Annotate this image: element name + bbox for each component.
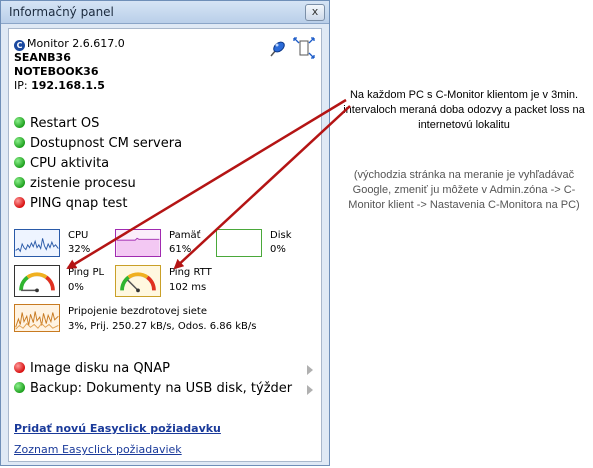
easyclick-requests-list-link[interactable]: Zoznam Easyclick požiadaviek — [14, 443, 182, 456]
expand-arrow-icon[interactable] — [307, 365, 313, 375]
task-label: Image disku na QNAP — [30, 361, 171, 376]
disk-label: Disk — [270, 230, 292, 241]
annotation-secondary: (východzia stránka na meranie je vyhľadá… — [348, 169, 580, 211]
disk-value: 0% — [270, 244, 286, 255]
cpu-graph[interactable] — [14, 229, 60, 257]
check-label: CPU aktivita — [30, 156, 110, 171]
ip-label: IP: — [14, 79, 28, 92]
cpu-label: CPU — [68, 230, 89, 241]
computer-name: NOTEBOOK36 — [14, 65, 99, 78]
info-panel-window: Informačný panel x C Monitor 2.6.617.0 SE… — [0, 0, 330, 466]
status-ok-icon — [14, 177, 25, 188]
window-title: Informačný panel — [9, 5, 114, 19]
pin-icon[interactable] — [267, 39, 287, 59]
memory-value: 61% — [169, 244, 192, 255]
ping-rtt-value: 102 ms — [169, 282, 207, 293]
app-name: Monitor 2.6.617.0 — [27, 37, 125, 50]
client-info: C Monitor 2.6.617.0 SEANB36 NOTEBOOK36 IP… — [14, 37, 125, 93]
check-cm-server[interactable]: Dostupnost CM servera — [14, 135, 182, 153]
annotation-main: Na každom PC s C-Monitor klientom je v 3… — [343, 89, 585, 131]
cpu-value: 32% — [68, 244, 91, 255]
status-ok-icon — [14, 382, 25, 393]
status-ok-icon — [14, 117, 25, 128]
check-restart-os[interactable]: Restart OS — [14, 115, 99, 133]
wifi-label: Pripojenie bezdrotovej siete — [68, 306, 207, 317]
add-easyclick-request-link[interactable]: Pridať novú Easyclick požiadavku — [14, 422, 221, 435]
wifi-value: 3%, Prij. 250.27 kB/s, Odos. 6.86 kB/s — [68, 321, 257, 332]
status-error-icon — [14, 197, 25, 208]
task-backup[interactable]: Backup: Dokumenty na USB disk, týžder — [14, 380, 294, 398]
memory-graph[interactable] — [115, 229, 161, 257]
title-bar[interactable]: Informačný panel x — [1, 1, 329, 24]
status-error-icon — [14, 362, 25, 373]
check-label: zistenie procesu — [30, 176, 136, 191]
task-label: Backup: Dokumenty na USB disk, týžder — [30, 381, 293, 396]
wifi-graph[interactable] — [14, 304, 60, 332]
ip-value: 192.168.1.5 — [31, 79, 105, 92]
status-ok-icon — [14, 137, 25, 148]
check-label: PING qnap test — [30, 196, 128, 211]
task-image-disk[interactable]: Image disku na QNAP — [14, 360, 314, 378]
user-name: SEANB36 — [14, 51, 71, 64]
check-label: Restart OS — [30, 116, 100, 131]
c-monitor-logo-icon: C — [14, 40, 25, 51]
check-cpu[interactable]: CPU aktivita — [14, 155, 109, 173]
resize-fit-icon[interactable] — [293, 37, 315, 59]
panel-content: C Monitor 2.6.617.0 SEANB36 NOTEBOOK36 IP… — [8, 28, 322, 462]
status-ok-icon — [14, 157, 25, 168]
check-process[interactable]: zistenie procesu — [14, 175, 136, 193]
ping-pl-label: Ping PL — [68, 267, 105, 278]
app-version-line: C Monitor 2.6.617.0 — [14, 37, 125, 51]
check-label: Dostupnost CM servera — [30, 136, 183, 151]
ping-pl-value: 0% — [68, 282, 84, 293]
expand-arrow-icon[interactable] — [307, 385, 313, 395]
close-button[interactable]: x — [305, 4, 325, 21]
ping-rtt-gauge[interactable] — [115, 265, 161, 297]
memory-label: Pamäť — [169, 230, 201, 241]
ping-rtt-label: Ping RTT — [169, 267, 212, 278]
check-ping[interactable]: PING qnap test — [14, 195, 127, 213]
disk-graph[interactable] — [216, 229, 262, 257]
ping-pl-gauge[interactable] — [14, 265, 60, 297]
